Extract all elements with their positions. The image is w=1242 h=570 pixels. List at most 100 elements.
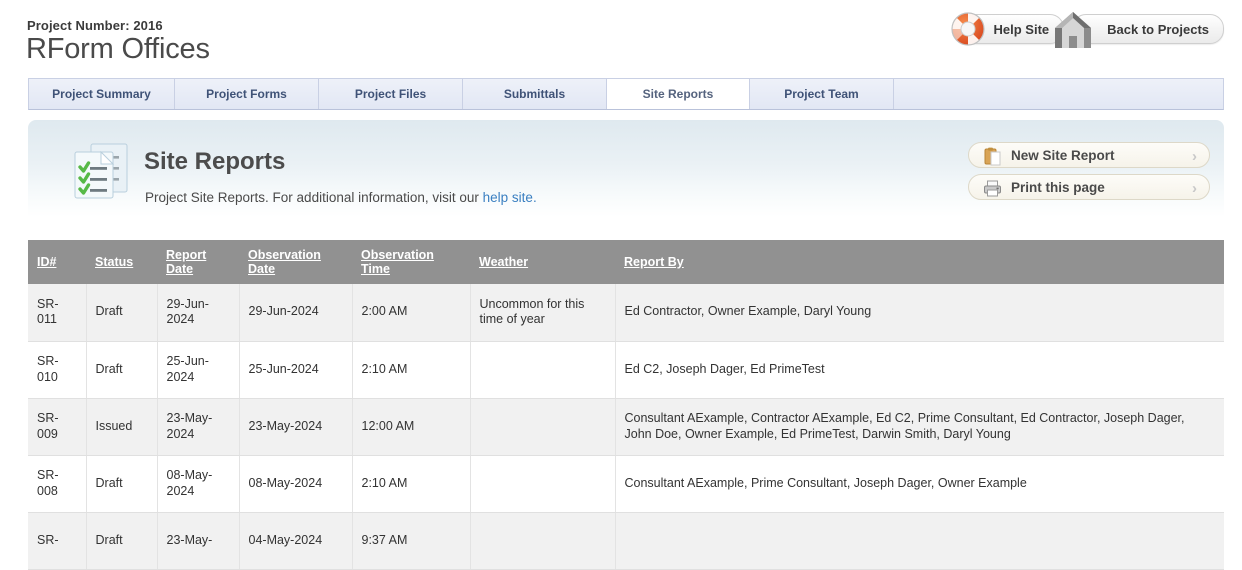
site-reports-table-container: ID# Status Report Date Observation Date … <box>28 240 1224 570</box>
cell-weather <box>470 455 616 513</box>
column-header-report-date[interactable]: Report Date <box>157 240 239 284</box>
help-site-button[interactable]: Help Site <box>950 12 1065 46</box>
column-header-label[interactable]: Observation <box>248 248 321 262</box>
tab-project-forms[interactable]: Project Forms <box>175 79 319 109</box>
new-site-report-label: New Site Report <box>1011 147 1115 163</box>
tab-label: Submittals <box>503 87 566 101</box>
cell-report-by: Consultant AExample, Contractor AExample… <box>615 398 1224 456</box>
chevron-right-icon: › <box>1192 148 1197 165</box>
column-header-label[interactable]: ID# <box>37 255 56 269</box>
cell-observation-date: 29-Jun-2024 <box>239 284 353 342</box>
tab-bar-filler <box>894 79 1223 109</box>
cell-id: SR- <box>28 512 87 570</box>
page-header: Project Number: 2016 RForm Offices Help … <box>0 0 1242 78</box>
cell-status: Issued <box>86 398 158 456</box>
site-reports-panel: Site Reports Project Site Reports. For a… <box>28 120 1224 217</box>
column-header-id[interactable]: ID# <box>28 240 86 284</box>
column-header-observation-date[interactable]: Observation Date <box>239 240 352 284</box>
cell-observation-date: 25-Jun-2024 <box>239 341 353 399</box>
section-description: Project Site Reports. For additional inf… <box>145 190 537 205</box>
column-header-label[interactable]: Report <box>166 248 206 262</box>
cell-weather <box>470 512 616 570</box>
cell-observation-time: 12:00 AM <box>352 398 471 456</box>
tab-label: Site Reports <box>642 87 714 101</box>
tab-submittals[interactable]: Submittals <box>463 79 607 109</box>
checklist-documents-icon <box>65 140 137 202</box>
table-row[interactable]: SR-011 Draft 29-Jun-2024 29-Jun-2024 2:0… <box>28 284 1224 342</box>
column-header-label-line2[interactable]: Date <box>166 262 193 276</box>
tab-site-reports[interactable]: Site Reports <box>606 79 750 109</box>
column-header-label[interactable]: Status <box>95 255 133 269</box>
chevron-right-icon: › <box>1192 180 1197 197</box>
cell-status: Draft <box>86 455 158 513</box>
header-actions: Help Site Back to Projects <box>950 12 1224 48</box>
cell-report-date: 08-May-2024 <box>157 455 240 513</box>
cell-id: SR-011 <box>28 284 87 342</box>
table-row[interactable]: SR-010 Draft 25-Jun-2024 25-Jun-2024 2:1… <box>28 341 1224 399</box>
cell-report-date: 25-Jun-2024 <box>157 341 240 399</box>
table-row[interactable]: SR-008 Draft 08-May-2024 08-May-2024 2:1… <box>28 455 1224 513</box>
cell-id: SR-008 <box>28 455 87 513</box>
back-to-projects-button[interactable]: Back to Projects <box>1055 12 1224 48</box>
cell-report-by: Ed C2, Joseph Dager, Ed PrimeTest <box>615 341 1224 399</box>
tab-label: Project Files <box>354 87 427 101</box>
table-body: SR-011 Draft 29-Jun-2024 29-Jun-2024 2:0… <box>28 284 1224 570</box>
column-header-label-line2[interactable]: Date <box>248 262 275 276</box>
cell-report-date: 29-Jun-2024 <box>157 284 240 342</box>
cell-observation-date: 08-May-2024 <box>239 455 353 513</box>
section-description-text: Project Site Reports. For additional inf… <box>145 190 483 205</box>
cell-status: Draft <box>86 341 158 399</box>
tab-label: Project Team <box>784 87 859 101</box>
cell-observation-date: 23-May-2024 <box>239 398 353 456</box>
cell-weather <box>470 398 616 456</box>
section-title: Site Reports <box>144 148 286 175</box>
cell-id: SR-009 <box>28 398 87 456</box>
cell-observation-time: 2:10 AM <box>352 455 471 513</box>
column-header-observation-time[interactable]: Observation Time <box>352 240 470 284</box>
column-header-label-line2[interactable]: Time <box>361 262 390 276</box>
site-reports-table: ID# Status Report Date Observation Date … <box>28 240 1224 570</box>
table-row[interactable]: SR- Draft 23-May- 04-May-2024 9:37 AM <box>28 512 1224 570</box>
table-row[interactable]: SR-009 Issued 23-May-2024 23-May-2024 12… <box>28 398 1224 456</box>
printer-icon <box>983 179 1002 198</box>
cell-report-date: 23-May-2024 <box>157 398 240 456</box>
help-site-link[interactable]: help site. <box>483 190 537 205</box>
cell-report-by <box>615 512 1224 570</box>
cell-weather <box>470 341 616 399</box>
project-number-label: Project Number: 2016 <box>27 18 163 33</box>
main-tab-bar: Project Summary Project Forms Project Fi… <box>28 78 1224 110</box>
column-header-label[interactable]: Report By <box>624 255 684 269</box>
panel-action-buttons: New Site Report › Print this page › <box>968 142 1210 200</box>
lifering-icon <box>944 5 992 53</box>
cell-observation-time: 2:00 AM <box>352 284 471 342</box>
cell-status: Draft <box>86 284 158 342</box>
print-this-page-button[interactable]: Print this page › <box>968 174 1210 200</box>
print-this-page-label: Print this page <box>1011 179 1105 195</box>
tab-project-summary[interactable]: Project Summary <box>29 79 175 109</box>
tab-label: Project Summary <box>52 87 151 101</box>
table-header-row: ID# Status Report Date Observation Date … <box>28 240 1224 284</box>
cell-observation-date: 04-May-2024 <box>239 512 353 570</box>
cell-status: Draft <box>86 512 158 570</box>
back-to-projects-button-label: Back to Projects <box>1107 21 1209 37</box>
table-header: ID# Status Report Date Observation Date … <box>28 240 1224 284</box>
column-header-weather[interactable]: Weather <box>470 240 615 284</box>
cell-id: SR-010 <box>28 341 87 399</box>
tab-label: Project Forms <box>206 87 287 101</box>
column-header-status[interactable]: Status <box>86 240 157 284</box>
page-title: RForm Offices <box>26 33 210 65</box>
help-site-button-label: Help Site <box>993 21 1050 37</box>
cell-report-by: Consultant AExample, Prime Consultant, J… <box>615 455 1224 513</box>
cell-weather: Uncommon for this time of year <box>470 284 616 342</box>
new-site-report-button[interactable]: New Site Report › <box>968 142 1210 168</box>
tab-project-files[interactable]: Project Files <box>319 79 463 109</box>
cell-report-by: Ed Contractor, Owner Example, Daryl Youn… <box>615 284 1224 342</box>
column-header-label[interactable]: Observation <box>361 248 434 262</box>
tab-project-team[interactable]: Project Team <box>750 79 894 109</box>
column-header-label[interactable]: Weather <box>479 255 528 269</box>
cell-observation-time: 9:37 AM <box>352 512 471 570</box>
column-header-report-by[interactable]: Report By <box>615 240 1224 284</box>
cell-report-date: 23-May- <box>157 512 240 570</box>
cell-observation-time: 2:10 AM <box>352 341 471 399</box>
clipboard-icon <box>983 147 1002 166</box>
